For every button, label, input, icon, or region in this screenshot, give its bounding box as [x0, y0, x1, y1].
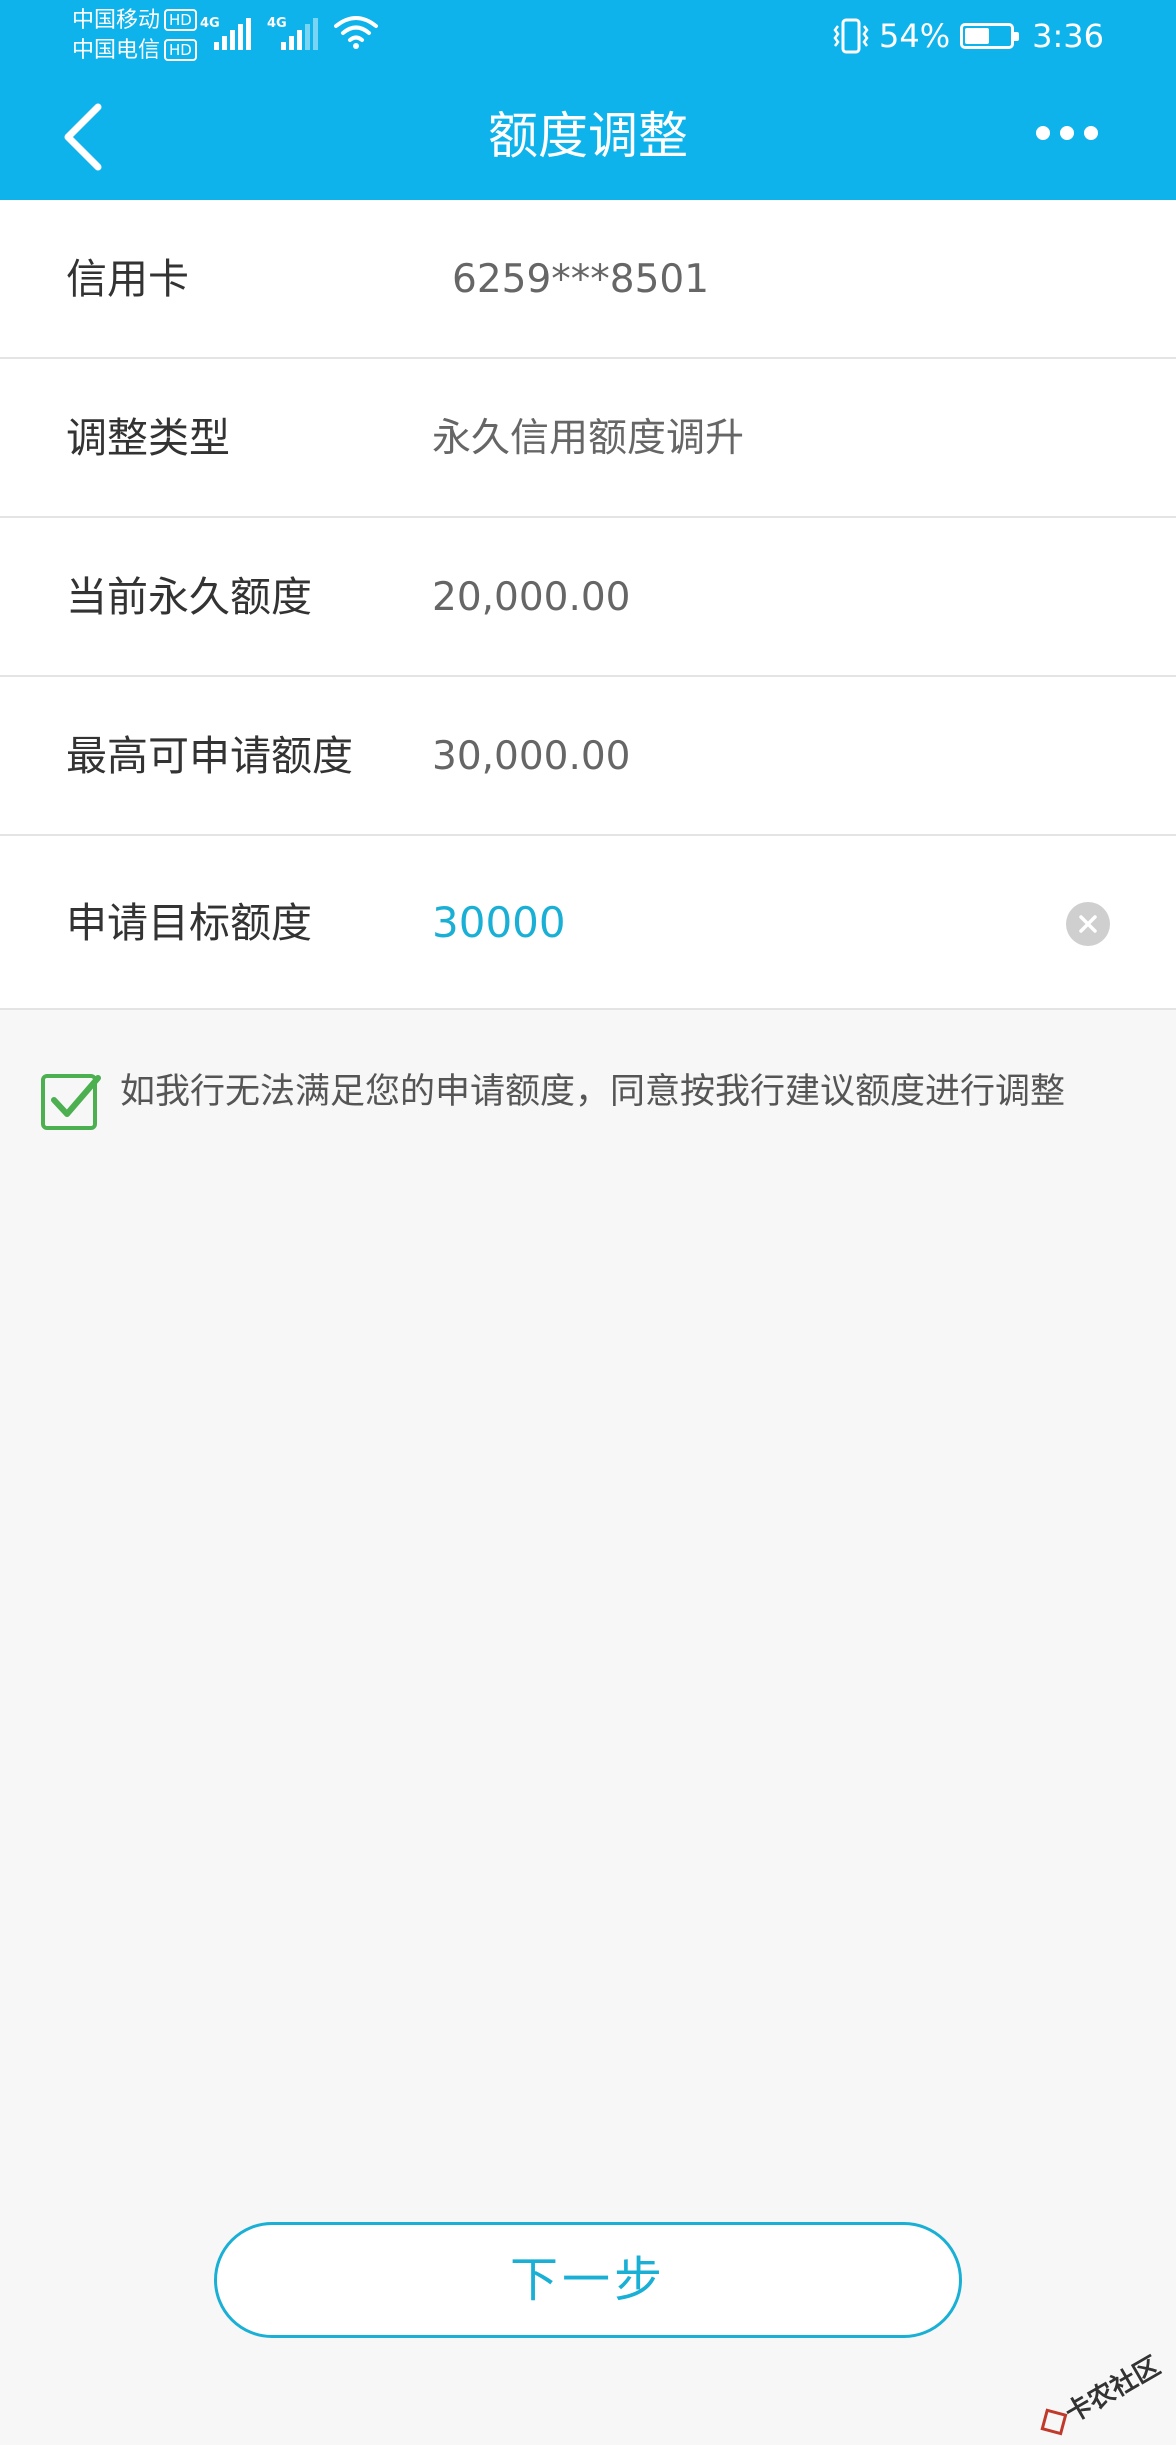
network-type: 4G	[200, 16, 220, 31]
card-number: 6259***8501	[452, 200, 709, 359]
signal-icon: 4G	[267, 14, 318, 50]
clock: 3:36	[1032, 17, 1104, 55]
watermark-logo-icon	[1040, 2408, 1067, 2435]
signal-icon: 4G	[200, 14, 251, 50]
max-limit-value: 30,000.00	[432, 677, 631, 836]
adjust-type-label: 调整类型	[66, 359, 230, 518]
agreement-checkbox[interactable]	[40, 1070, 102, 1132]
max-limit-label: 最高可申请额度	[66, 677, 353, 836]
status-right: 54% 3:36	[833, 14, 1104, 58]
carrier-2: 中国电信	[72, 38, 160, 63]
max-limit-row: 最高可申请额度 30,000.00	[0, 677, 1176, 836]
hd-badge: HD	[164, 9, 197, 31]
more-options-icon[interactable]	[1036, 126, 1098, 140]
next-step-button[interactable]: 下一步	[214, 2222, 962, 2338]
page-title: 额度调整	[0, 104, 1176, 168]
carrier-1: 中国移动	[72, 8, 160, 33]
close-icon	[1066, 902, 1110, 946]
watermark-text: 卡农社区	[1057, 2346, 1166, 2430]
card-row: 信用卡 6259***8501	[0, 200, 1176, 359]
hd-badge: HD	[164, 39, 197, 61]
card-label: 信用卡	[66, 200, 189, 359]
wifi-icon	[334, 14, 378, 50]
battery-percent: 54%	[879, 17, 950, 55]
adjust-type-value: 永久信用额度调升	[432, 359, 744, 518]
vibrate-icon	[833, 16, 869, 56]
target-limit-input[interactable]: 30000	[432, 836, 566, 1010]
battery-icon	[960, 23, 1014, 49]
clear-input-button[interactable]	[1066, 902, 1110, 946]
current-limit-value: 20,000.00	[432, 518, 631, 677]
watermark: 卡农社区	[1035, 2346, 1166, 2443]
signal-group: 4G 4G	[200, 14, 378, 50]
limit-form: 信用卡 6259***8501 调整类型 永久信用额度调升 当前永久额度 20,…	[0, 200, 1176, 1010]
current-limit-label: 当前永久额度	[66, 518, 312, 677]
target-limit-label: 申请目标额度	[66, 836, 312, 1010]
status-bar: 中国移动HD 中国电信HD 4G 4G 54% 3:36	[0, 0, 1176, 72]
agreement-text: 如我行无法满足您的申请额度，同意按我行建议额度进行调整	[120, 1062, 1065, 1122]
target-limit-row: 申请目标额度 30000	[0, 836, 1176, 1010]
current-limit-row: 当前永久额度 20,000.00	[0, 518, 1176, 677]
carrier-info: 中国移动HD 中国电信HD	[72, 6, 197, 66]
network-type: 4G	[267, 16, 287, 31]
adjust-type-row: 调整类型 永久信用额度调升	[0, 359, 1176, 518]
nav-bar: 额度调整	[0, 72, 1176, 200]
